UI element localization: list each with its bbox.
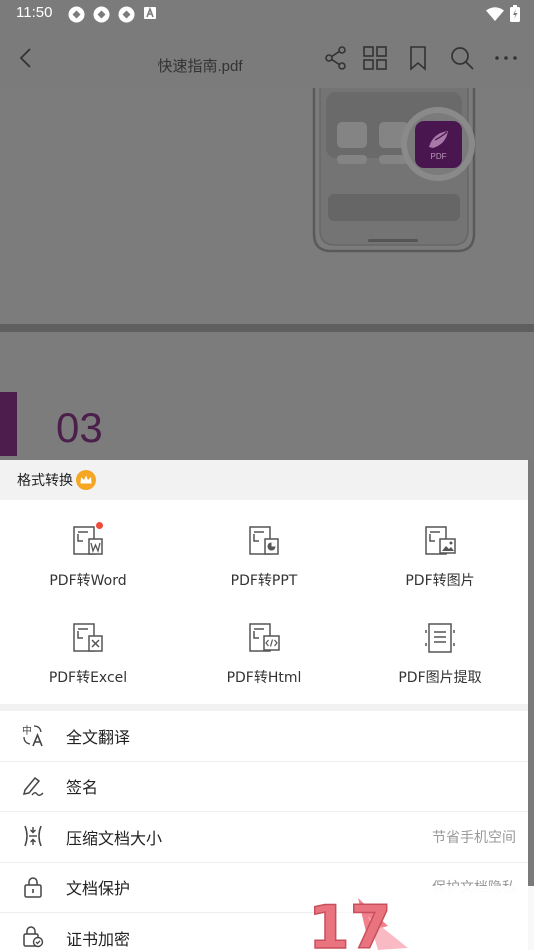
document-protection-label: 文档保护 [66,879,131,899]
pdf-to-image-label: PDF转图片 [405,573,475,589]
sync-icon [118,6,135,23]
translate-label: 全文翻译 [66,727,131,747]
app-logo-text: PDF [430,152,447,161]
pdf-to-word-button[interactable]: PDF转Word [0,522,176,621]
pdf-to-word-label: PDF转Word [49,573,127,589]
signature-icon [22,776,44,796]
watermark-text: 17 [308,893,392,950]
top-toolbar: 快速指南.pdf [0,28,534,88]
sync-icon [93,6,110,23]
pdf-to-html-button[interactable]: PDF转Html [176,621,352,718]
share-icon[interactable] [323,45,349,71]
pdf-to-excel-label: PDF转Excel [48,670,128,686]
compress-label: 压缩文档大小 [66,828,163,848]
pdf-extract-images-button[interactable]: PDF图片提取 [352,621,528,718]
pdf-to-ppt-label: PDF转PPT [230,573,298,589]
list-item-translate[interactable]: 中 全文翻译 [0,711,528,762]
list-item-signature[interactable]: 签名 [0,762,528,812]
pdf-to-excel-icon [71,621,105,655]
bookmark-icon[interactable] [405,45,431,71]
list-item-compress[interactable]: 压缩文档大小 节省手机空间 [0,812,528,863]
document-page: PDF [0,88,534,324]
certificate-lock-icon [23,926,44,948]
status-time: 11:50 [16,4,53,21]
pdf-to-image-icon [423,524,457,558]
document-viewer[interactable]: PDF 03 [0,88,534,460]
pdf-extract-images-label: PDF图片提取 [398,670,482,686]
pdf-to-html-icon [247,621,281,655]
search-icon[interactable] [449,45,475,71]
translate-icon: 中 [22,724,43,747]
font-a-icon [144,6,156,19]
app-logo: PDF [415,121,462,168]
status-notification-icons [68,6,157,23]
status-bar: 11:50 [0,0,534,28]
wifi-icon [486,6,504,21]
svg-text:中: 中 [22,724,32,737]
sync-icon [68,6,85,23]
format-conversion-header: 格式转换 [0,460,528,500]
pdf-to-html-label: PDF转Html [226,670,302,686]
pdf-to-word-icon [71,522,105,558]
crown-icon [76,470,96,490]
grid-view-icon[interactable] [362,45,388,71]
pdf-to-ppt-button[interactable]: PDF转PPT [176,524,352,621]
format-conversion-title: 格式转换 [17,473,73,489]
site-watermark: 17 [307,886,534,950]
compress-icon [24,825,42,847]
pdf-to-image-button[interactable]: PDF转图片 [352,524,528,621]
pdf-to-ppt-icon [247,524,281,558]
watermark-logo-icon: 17 [307,886,534,950]
convert-grid: PDF转Word PDF转PPT PDF转图片 PDF转Excel PDF转Ht… [0,500,528,704]
chapter-number: 03 [56,404,103,451]
certificate-encryption-label: 证书加密 [66,930,131,950]
page-separator [0,324,534,332]
pdf-to-excel-button[interactable]: PDF转Excel [0,621,176,718]
more-icon[interactable] [493,45,519,71]
battery-charging-icon [510,5,520,22]
signature-label: 签名 [66,778,99,798]
status-right-icons [486,5,520,22]
compress-hint: 节省手机空间 [432,829,516,846]
chapter-accent-bar [0,392,17,456]
new-badge [96,522,103,529]
tools-bottom-sheet: 格式转换 PDF转Word PDF转PPT PDF转图片 PDF转Excel P… [0,460,528,950]
lock-icon [24,876,42,898]
pdf-extract-images-icon [423,621,457,655]
